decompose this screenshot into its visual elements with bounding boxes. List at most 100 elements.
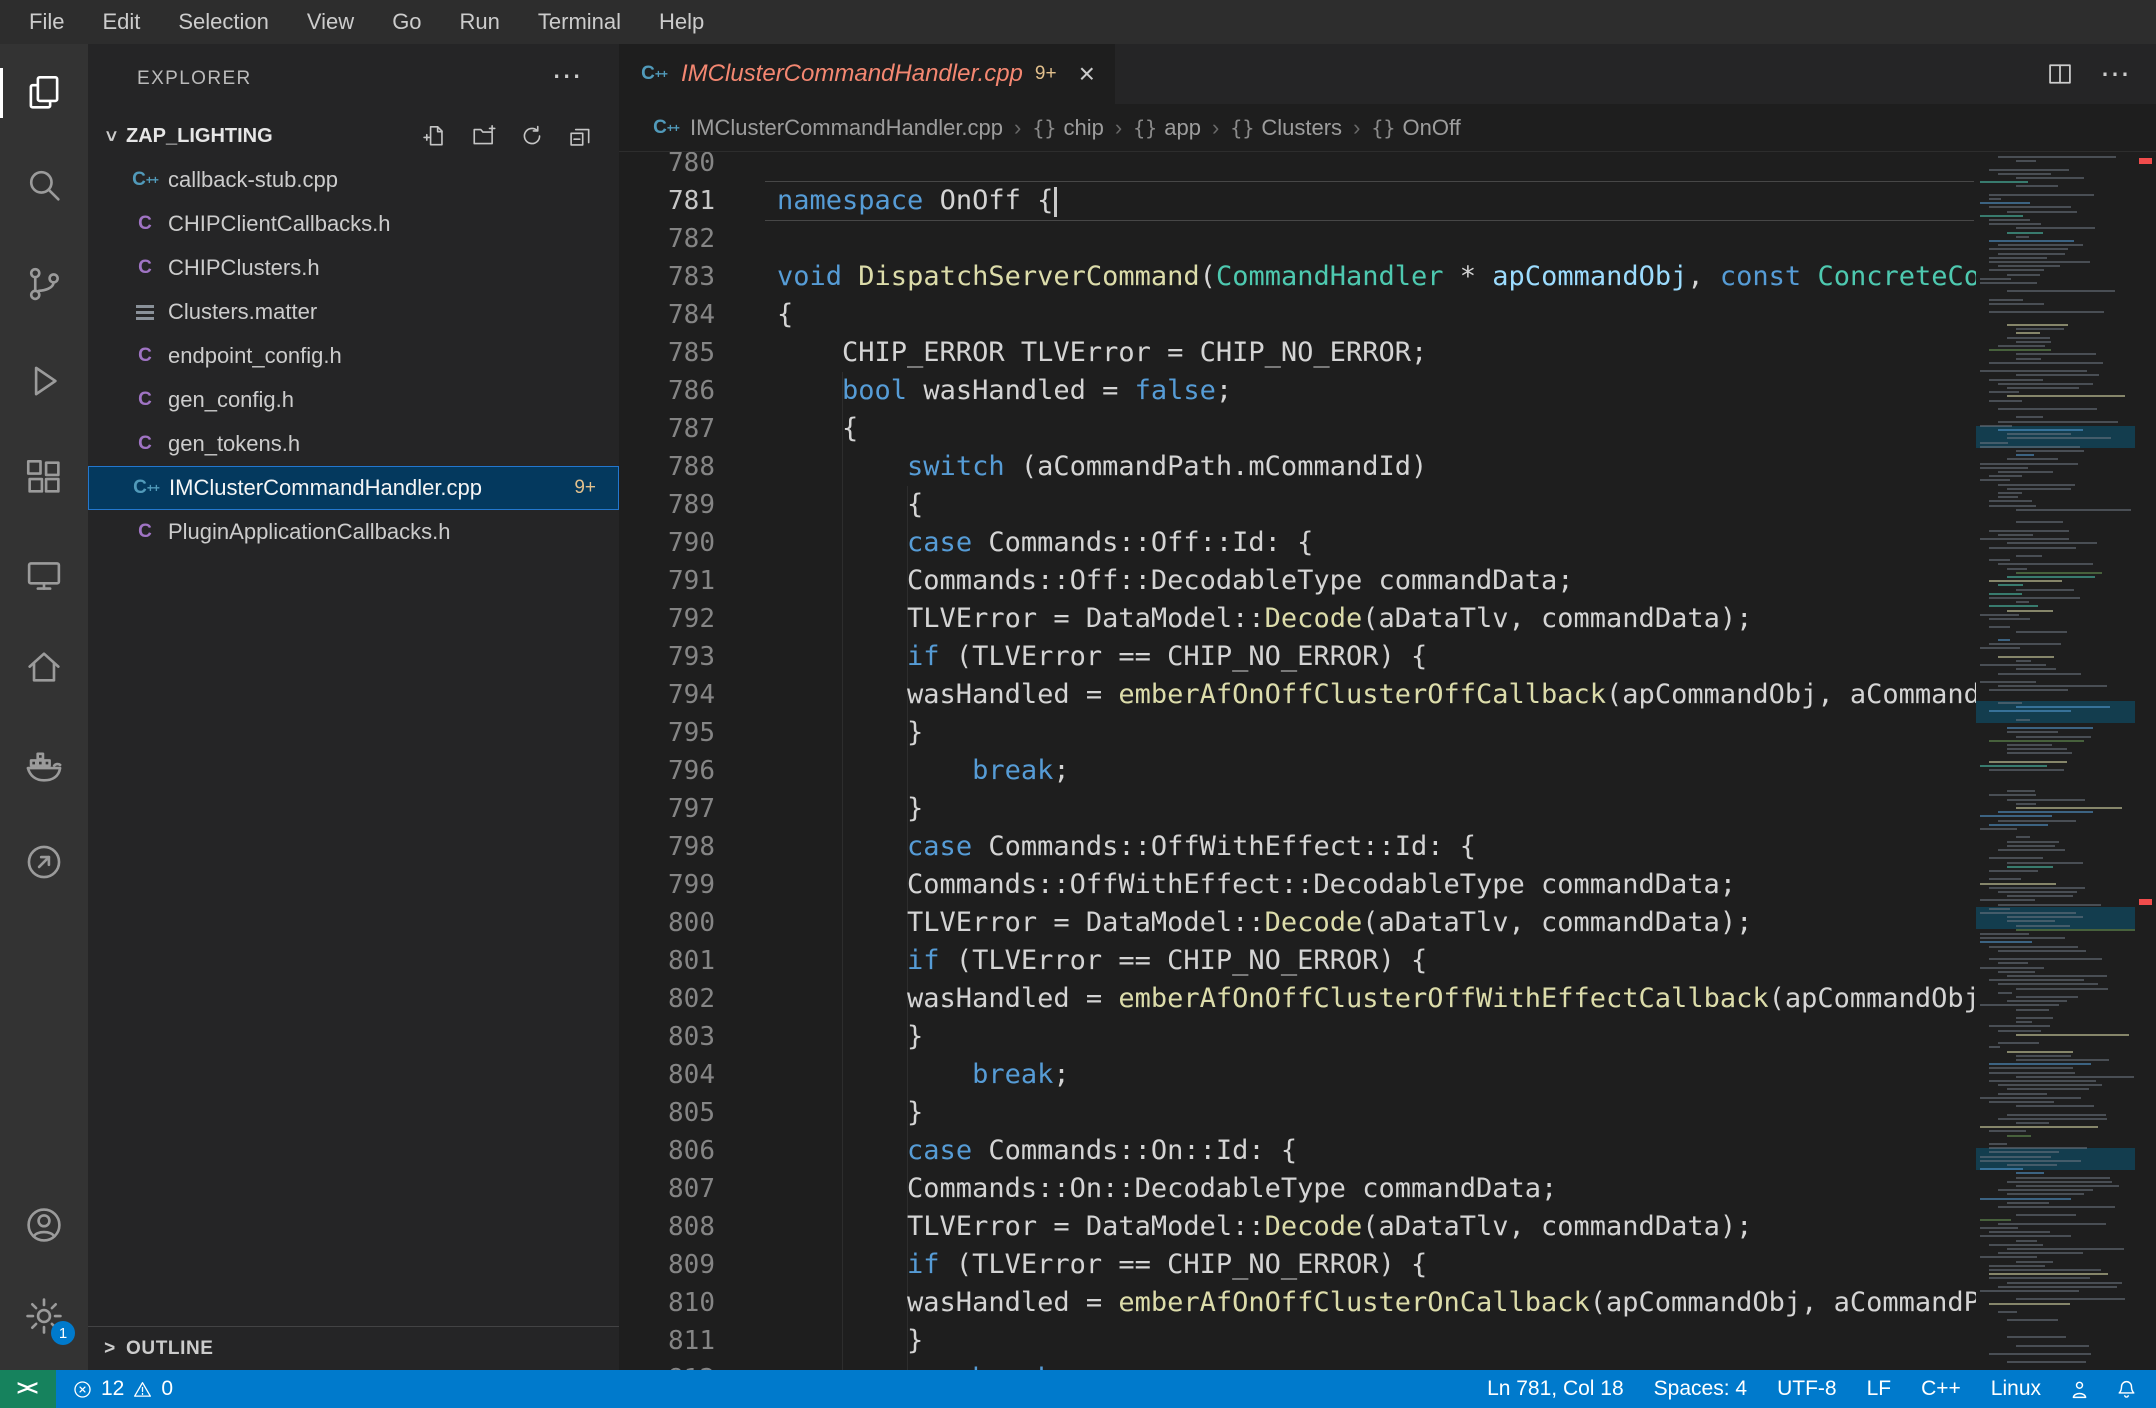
code-line[interactable]: 801 if (TLVError == CHIP_NO_ERROR) { bbox=[619, 942, 1976, 980]
status-spaces-4[interactable]: Spaces: 4 bbox=[1639, 1377, 1762, 1401]
code-area[interactable]: 780 781 namespace OnOff {782 783 void Dispat… bbox=[619, 152, 1976, 1370]
code-line[interactable]: 783 void DispatchServerCommand(CommandHan… bbox=[619, 258, 1976, 296]
code-line[interactable]: 780 bbox=[619, 152, 1976, 182]
code-line[interactable]: 795 } bbox=[619, 714, 1976, 752]
breadcrumb-item[interactable]: {} OnOff bbox=[1371, 115, 1460, 141]
minimap-line bbox=[1989, 400, 2022, 402]
activity-item-search[interactable] bbox=[0, 150, 88, 220]
status-lf[interactable]: LF bbox=[1852, 1377, 1907, 1401]
minimap-line bbox=[1989, 299, 2023, 301]
file-item[interactable]: C PluginApplicationCallbacks.h bbox=[88, 510, 619, 554]
close-icon[interactable]: × bbox=[1079, 60, 1095, 88]
code-line[interactable]: 793 if (TLVError == CHIP_NO_ERROR) { bbox=[619, 638, 1976, 676]
activity-item-source-control[interactable] bbox=[0, 249, 88, 319]
code-line[interactable]: 806 case Commands::On::Id: { bbox=[619, 1132, 1976, 1170]
code-line[interactable]: 808 TLVError = DataModel::Decode(aDataTl… bbox=[619, 1208, 1976, 1246]
code-line[interactable]: 789 { bbox=[619, 486, 1976, 524]
code-line[interactable]: 807 Commands::On::DecodableType commandD… bbox=[619, 1170, 1976, 1208]
file-item[interactable]: C ++ callback-stub.cpp bbox=[88, 158, 619, 202]
file-item[interactable]: Cgen_config.h bbox=[88, 378, 619, 422]
minimap-line bbox=[2016, 1298, 2125, 1300]
code-line[interactable]: 790 case Commands::Off::Id: { bbox=[619, 524, 1976, 562]
menu-item-view[interactable]: View bbox=[288, 0, 373, 44]
code-line[interactable]: 788 switch (aCommandPath.mCommandId) bbox=[619, 448, 1976, 486]
menu-item-selection[interactable]: Selection bbox=[159, 0, 288, 44]
code-text: switch (aCommandPath.mCommandId) bbox=[777, 448, 1427, 486]
chevron-right-icon: › bbox=[1353, 114, 1361, 140]
code-line[interactable]: 796 break; bbox=[619, 752, 1976, 790]
tab-imclustercommandhandler[interactable]: C ++ IMClusterCommandHandler.cpp 9+ × bbox=[619, 44, 1115, 104]
code-line[interactable]: 810 wasHandled = emberAfOnOffClusterOnCa… bbox=[619, 1284, 1976, 1322]
code-line[interactable]: 804 break; bbox=[619, 1056, 1976, 1094]
code-line[interactable]: 791 Commands::Off::DecodableType command… bbox=[619, 562, 1976, 600]
namespace-icon: {} bbox=[1230, 115, 1255, 140]
file-item[interactable]: Cendpoint_config.h bbox=[88, 334, 619, 378]
file-item[interactable]: C CHIPClusters.h bbox=[88, 246, 619, 290]
outline-section[interactable]: > OUTLINE bbox=[88, 1326, 619, 1370]
minimap-line bbox=[1980, 202, 2030, 204]
code-line[interactable]: 794 wasHandled = emberAfOnOffClusterOffC… bbox=[619, 676, 1976, 714]
status-utf-8[interactable]: UTF-8 bbox=[1762, 1377, 1852, 1401]
person-icon[interactable] bbox=[2068, 1378, 2091, 1401]
code-line[interactable]: 787 { bbox=[619, 410, 1976, 448]
minimap-line bbox=[2007, 1202, 2049, 1204]
code-line[interactable]: 812 break; bbox=[619, 1360, 1976, 1370]
breadcrumb-item[interactable]: {} Clusters bbox=[1230, 115, 1342, 141]
code-line[interactable]: 802 wasHandled = emberAfOnOffClusterOffW… bbox=[619, 980, 1976, 1018]
menu-item-edit[interactable]: Edit bbox=[83, 0, 159, 44]
code-line[interactable]: 800 TLVError = DataModel::Decode(aDataTl… bbox=[619, 904, 1976, 942]
activity-item-docker[interactable] bbox=[0, 731, 88, 801]
code-line[interactable]: 805 } bbox=[619, 1094, 1976, 1132]
minimap-line bbox=[2007, 1051, 2073, 1053]
bell-icon[interactable] bbox=[2115, 1378, 2138, 1401]
code-line[interactable]: 811 } bbox=[619, 1322, 1976, 1360]
status-c[interactable]: C++ bbox=[1906, 1377, 1976, 1401]
activity-item-home[interactable] bbox=[0, 632, 88, 702]
minimap-line bbox=[1989, 857, 2043, 859]
minimap[interactable] bbox=[1976, 152, 2135, 1370]
code-line[interactable]: 784 { bbox=[619, 296, 1976, 334]
split-editor-icon[interactable] bbox=[2046, 60, 2074, 88]
activity-item-remote-tunnel[interactable] bbox=[0, 827, 88, 897]
activity-item-run-debug[interactable] bbox=[0, 346, 88, 416]
activity-item-explorer[interactable] bbox=[0, 58, 88, 128]
file-item[interactable]: Clusters.matter bbox=[88, 290, 619, 334]
menu-item-go[interactable]: Go bbox=[373, 0, 440, 44]
code-line[interactable]: 782 bbox=[619, 220, 1976, 258]
menu-item-run[interactable]: Run bbox=[441, 0, 519, 44]
h-file-icon: C bbox=[138, 213, 152, 234]
remote-indicator[interactable]: >< bbox=[0, 1370, 56, 1408]
cpp-file-icon: C ++ bbox=[641, 63, 668, 84]
menu-item-help[interactable]: Help bbox=[640, 0, 723, 44]
line-number: 783 bbox=[668, 262, 715, 292]
status-ln-781-col-18[interactable]: Ln 781, Col 18 bbox=[1472, 1377, 1639, 1401]
breadcrumb-item[interactable]: C ++ IMClusterCommandHandler.cpp bbox=[651, 115, 1003, 141]
breadcrumb-item[interactable]: {} chip bbox=[1032, 115, 1103, 141]
file-item[interactable]: Cgen_tokens.h bbox=[88, 422, 619, 466]
more-actions-icon[interactable]: ⋯ bbox=[2100, 57, 2130, 92]
status-linux[interactable]: Linux bbox=[1976, 1377, 2056, 1401]
activity-item-extensions[interactable] bbox=[0, 442, 88, 512]
activity-item-settings[interactable]: 1 bbox=[0, 1281, 88, 1351]
activity-item-accounts[interactable] bbox=[0, 1190, 88, 1260]
error-count: 12 bbox=[101, 1377, 125, 1400]
file-item[interactable]: C CHIPClientCallbacks.h bbox=[88, 202, 619, 246]
minimap-line bbox=[2007, 1088, 2089, 1090]
activity-item-remote-explorer[interactable] bbox=[0, 541, 88, 611]
menu-item-file[interactable]: File bbox=[10, 0, 83, 44]
problems-status[interactable]: 12 0 bbox=[56, 1377, 189, 1401]
code-line[interactable]: 786 bool wasHandled = false; bbox=[619, 372, 1976, 410]
breadcrumb-item[interactable]: {} app bbox=[1133, 115, 1201, 141]
menu-item-terminal[interactable]: Terminal bbox=[519, 0, 640, 44]
code-line[interactable]: 798 case Commands::OffWithEffect::Id: { bbox=[619, 828, 1976, 866]
code-line[interactable]: 797 } bbox=[619, 790, 1976, 828]
code-line[interactable]: 809 if (TLVError == CHIP_NO_ERROR) { bbox=[619, 1246, 1976, 1284]
code-token: wasHandled = bbox=[777, 1287, 1119, 1318]
minimap-line bbox=[2007, 920, 2055, 922]
code-line[interactable]: 803 } bbox=[619, 1018, 1976, 1056]
code-line[interactable]: 785 CHIP_ERROR TLVError = CHIP_NO_ERROR; bbox=[619, 334, 1976, 372]
code-line[interactable]: 799 Commands::OffWithEffect::DecodableTy… bbox=[619, 866, 1976, 904]
code-line[interactable]: 781 namespace OnOff { bbox=[619, 182, 1976, 220]
code-line[interactable]: 792 TLVError = DataModel::Decode(aDataTl… bbox=[619, 600, 1976, 638]
file-item[interactable]: C ++ IMClusterCommandHandler.cpp 9+ bbox=[88, 466, 619, 510]
